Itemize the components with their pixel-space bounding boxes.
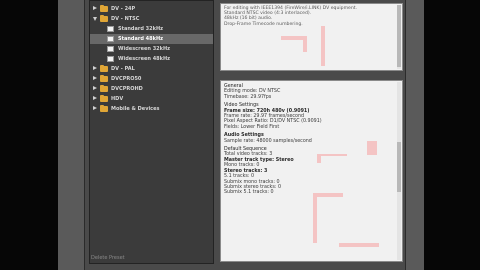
settings-scrollbar[interactable]	[397, 82, 401, 260]
description-line: Drop-Frame Timecode numbering.	[224, 21, 303, 27]
chevron-right-icon[interactable]	[93, 6, 97, 10]
decor-line	[313, 193, 317, 243]
tree-item-label: DV - 24P	[111, 6, 136, 12]
tree-folder[interactable]: DVCPROHD	[90, 84, 213, 94]
tree-item-label: DV - NTSC	[111, 16, 140, 22]
folder-icon	[100, 75, 108, 82]
preset-icon	[107, 26, 114, 32]
chevron-right-icon[interactable]	[93, 66, 97, 70]
tree-folder[interactable]: Mobile & Devices	[90, 104, 213, 114]
folder-icon	[100, 105, 108, 112]
tree-item-label: HDV	[111, 96, 124, 102]
preset-icon	[107, 56, 114, 62]
tree-item-label: Standard 48kHz	[118, 36, 164, 42]
preset-tree[interactable]: DV - 24P DV - NTSC Standard 32kHz Standard …	[89, 0, 214, 264]
folder-icon	[100, 85, 108, 92]
tree-preset[interactable]: Standard 32kHz	[90, 24, 213, 34]
general-settings-panel: General Editing mode: DV NTSC Timebase: …	[220, 80, 403, 262]
tree-item-label: DVCPROHD	[111, 86, 143, 92]
folder-icon	[100, 5, 108, 12]
folder-icon	[100, 95, 108, 102]
tree-preset[interactable]: Widescreen 48kHz	[90, 54, 213, 64]
folder-icon	[100, 65, 108, 72]
tree-item-label: Mobile & Devices	[111, 106, 160, 112]
tree-folder[interactable]: DV - NTSC	[90, 14, 213, 24]
fields: Fields: Lower Field First	[224, 124, 280, 130]
tree-item-label: DVCPRO50	[111, 76, 142, 82]
tree-preset[interactable]: Standard 48kHz	[90, 34, 213, 44]
decor-line	[321, 26, 325, 66]
decor-line	[303, 36, 307, 52]
chevron-right-icon[interactable]	[93, 106, 97, 110]
submix-5-1-tracks: Submix 5.1 tracks: 0	[224, 190, 274, 196]
preset-icon	[107, 36, 114, 42]
description-scrollbar-thumb[interactable]	[397, 5, 401, 67]
tree-item-label: DV - PAL	[111, 66, 135, 72]
decor-line	[317, 154, 347, 156]
right-letterbox	[424, 0, 480, 270]
chevron-down-icon[interactable]	[93, 17, 97, 21]
tree-item-label: Widescreen 32kHz	[118, 46, 171, 52]
tree-folder[interactable]: DV - 24P	[90, 4, 213, 14]
timebase: Timebase: 29.97fps	[224, 94, 272, 100]
tree-folder[interactable]: DV - PAL	[90, 64, 213, 74]
folder-icon	[100, 15, 108, 22]
tree-folder[interactable]: HDV	[90, 94, 213, 104]
decor-line	[313, 193, 343, 197]
tree-item-label: Widescreen 48kHz	[118, 56, 171, 62]
presets-panel: DV - 24P DV - NTSC Standard 32kHz Standard …	[84, 0, 406, 270]
description-scrollbar[interactable]	[397, 5, 401, 69]
decor-line	[367, 141, 377, 155]
tree-preset[interactable]: Widescreen 32kHz	[90, 44, 213, 54]
tree-item-label: Standard 32kHz	[118, 26, 164, 32]
new-sequence-dialog: DV - 24P DV - NTSC Standard 32kHz Standard …	[58, 0, 424, 270]
settings-scrollbar-thumb[interactable]	[397, 142, 401, 192]
delete-preset-button[interactable]: Delete Preset	[91, 255, 125, 261]
tree-folder[interactable]: DVCPRO50	[90, 74, 213, 84]
chevron-right-icon[interactable]	[93, 96, 97, 100]
chevron-right-icon[interactable]	[93, 76, 97, 80]
preset-description: For editing with IEEE1394 (FireWire/i.LI…	[220, 3, 403, 71]
decor-line	[339, 243, 379, 247]
preset-icon	[107, 46, 114, 52]
chevron-right-icon[interactable]	[93, 86, 97, 90]
left-letterbox	[0, 0, 58, 270]
